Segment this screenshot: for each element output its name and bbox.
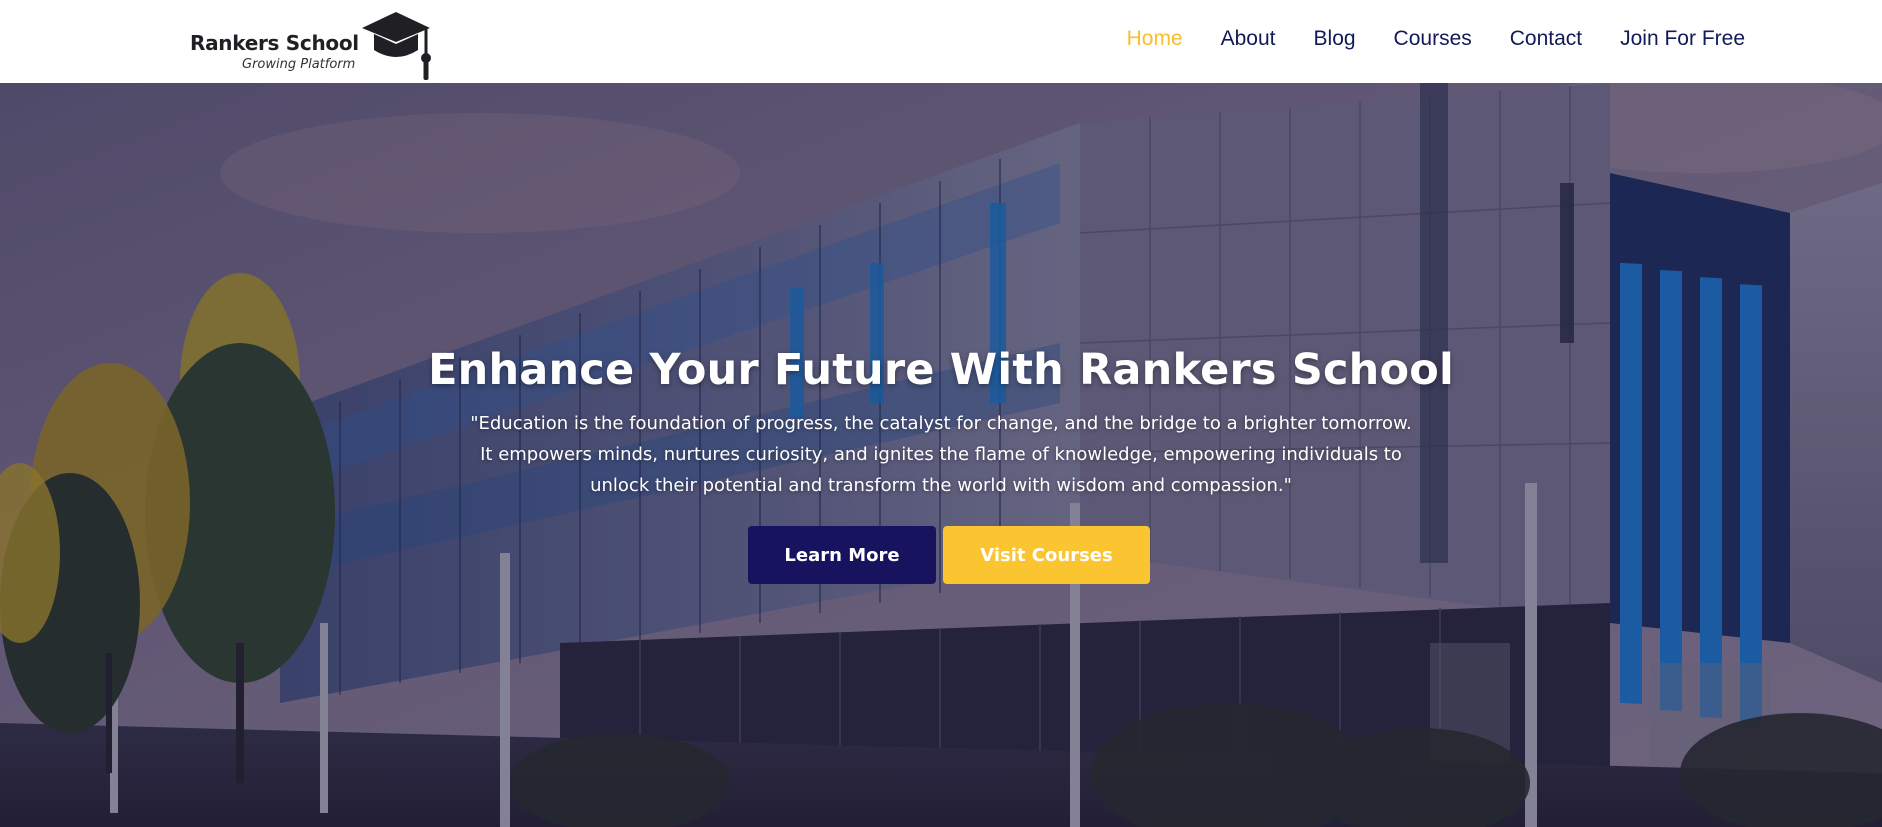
brand-tagline: Growing Platform — [242, 57, 356, 72]
nav-join-for-free[interactable]: Join For Free — [1620, 26, 1745, 52]
brand-logo[interactable]: Rankers School Growing Platform — [190, 8, 440, 82]
hero-title: Enhance Your Future With Rankers School — [428, 345, 1454, 395]
main-navigation: Home About Blog Courses Contact Join For… — [1127, 26, 1745, 52]
brand-name: Rankers School — [190, 31, 359, 55]
site-header: Rankers School Growing Platform Home Abo… — [0, 0, 1882, 83]
nav-blog[interactable]: Blog — [1314, 26, 1356, 52]
nav-home[interactable]: Home — [1127, 26, 1183, 52]
nav-contact[interactable]: Contact — [1510, 26, 1582, 52]
learn-more-button[interactable]: Learn More — [748, 526, 936, 584]
visit-courses-button[interactable]: Visit Courses — [943, 526, 1150, 584]
nav-about[interactable]: About — [1221, 26, 1276, 52]
graduation-cap-icon — [362, 12, 431, 80]
nav-courses[interactable]: Courses — [1394, 26, 1472, 52]
hero-section: Enhance Your Future With Rankers School … — [0, 83, 1882, 827]
hero-quote: "Education is the foundation of progress… — [470, 413, 1412, 496]
